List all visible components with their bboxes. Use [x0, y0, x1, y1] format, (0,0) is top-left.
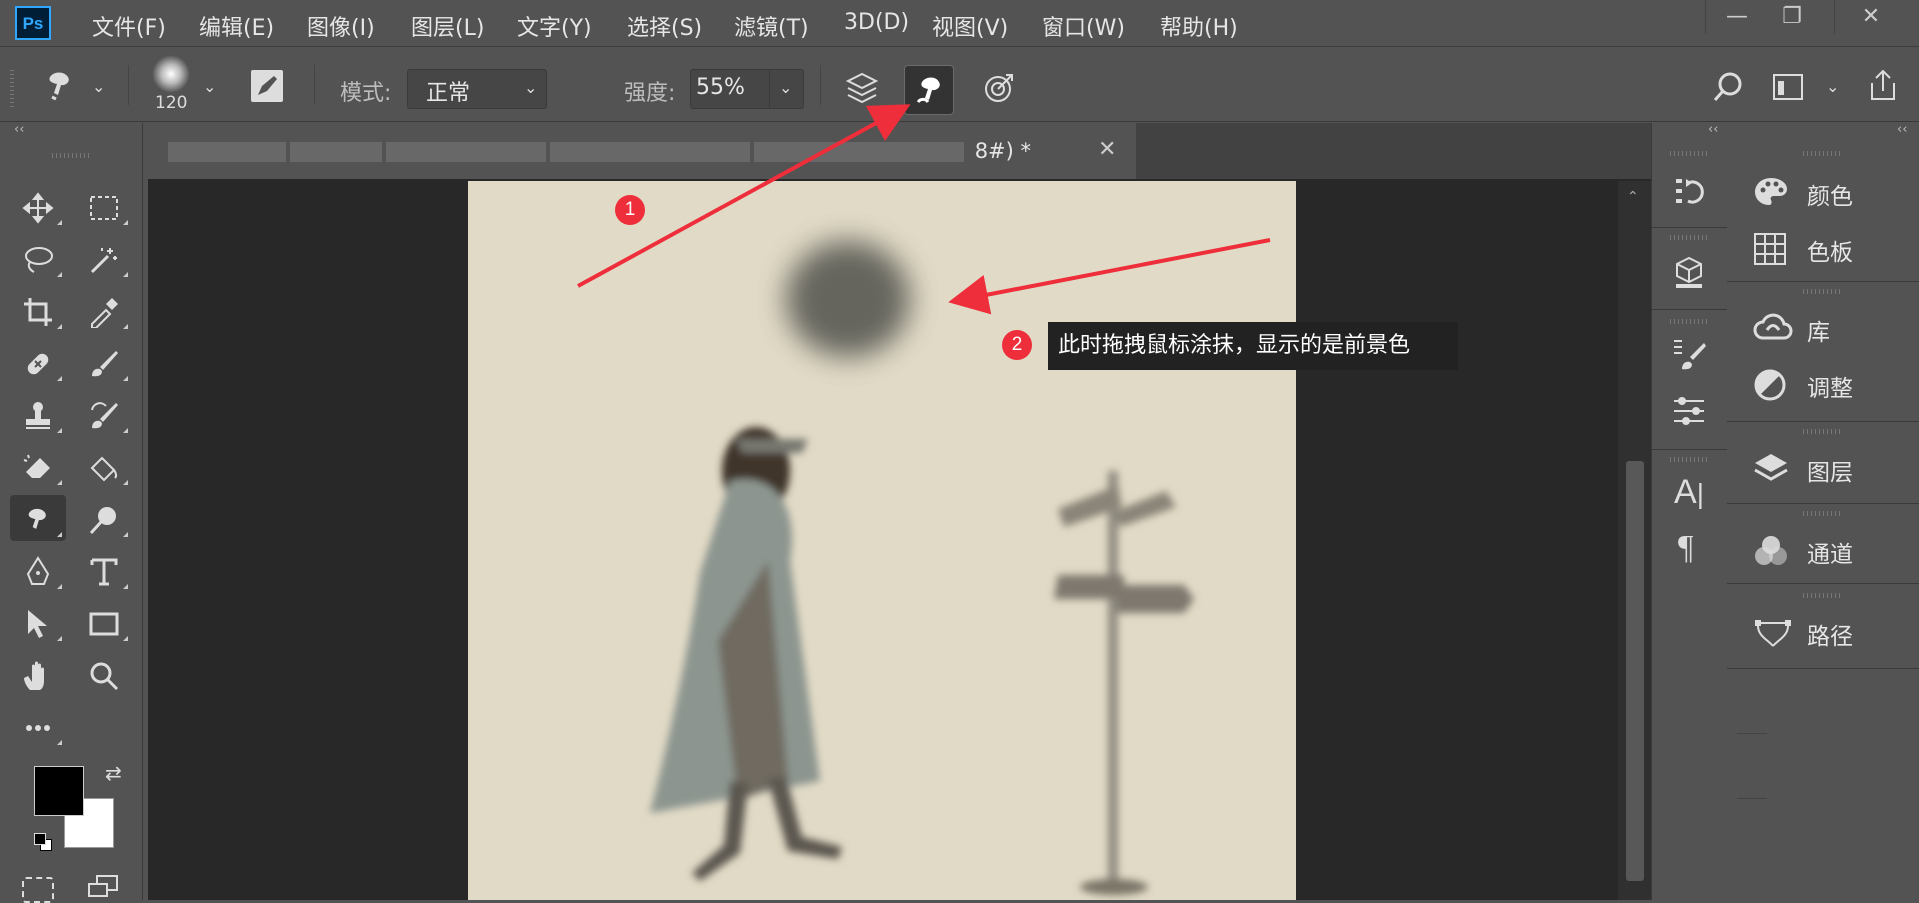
annotation-badge-1: 1	[615, 195, 645, 225]
channels-icon	[1755, 536, 1787, 565]
cloud-libraries-icon	[1753, 313, 1793, 340]
panel-paths[interactable]: 路径	[1727, 607, 1919, 657]
panel-libraries-label: 库	[1807, 320, 1830, 346]
collapse-panels-icon[interactable]: ‹‹	[1897, 122, 1907, 137]
panel-color-label: 颜色	[1807, 184, 1853, 210]
panel-layers-label: 图层	[1807, 460, 1853, 486]
panel-paths-label: 路径	[1807, 624, 1853, 650]
collapse-strip-icon[interactable]: ‹‹	[1708, 122, 1718, 137]
panel-libraries[interactable]: 库	[1727, 303, 1919, 353]
paths-icon	[1755, 620, 1791, 647]
panel-channels[interactable]: 通道	[1727, 525, 1919, 575]
panel-adjustments[interactable]: 调整	[1727, 359, 1919, 409]
panel-adjustments-label: 调整	[1807, 376, 1853, 402]
panel-color[interactable]: 颜色	[1727, 167, 1919, 217]
panel-layers[interactable]: 图层	[1727, 443, 1919, 493]
color-palette-icon	[1755, 178, 1787, 205]
panels-dock: ‹‹ 颜色 色板 库 调整 图层 通道 路径	[1727, 122, 1919, 900]
annotation-badge-2: 2	[1002, 330, 1032, 360]
swatches-grid-icon	[1754, 233, 1786, 265]
character-panel-icon[interactable]: A|	[1674, 473, 1704, 512]
panel-swatches-label: 色板	[1807, 240, 1853, 266]
adjustments-icon	[1754, 369, 1786, 401]
history-panel-icon[interactable]	[1672, 175, 1706, 213]
3d-panel-icon[interactable]	[1672, 255, 1706, 293]
adjust-panel-icon[interactable]	[1672, 393, 1706, 431]
panel-icon-strip: ‹‹ A| ¶	[1651, 122, 1728, 900]
arrow-2	[948, 238, 1271, 315]
annotation-arrows	[577, 104, 1271, 315]
paragraph-panel-icon[interactable]: ¶	[1678, 529, 1693, 567]
panel-channels-label: 通道	[1807, 542, 1853, 568]
panel-swatches[interactable]: 色板	[1727, 223, 1919, 273]
layers-icon	[1754, 454, 1788, 481]
brush-settings-panel-icon[interactable]	[1672, 337, 1706, 375]
